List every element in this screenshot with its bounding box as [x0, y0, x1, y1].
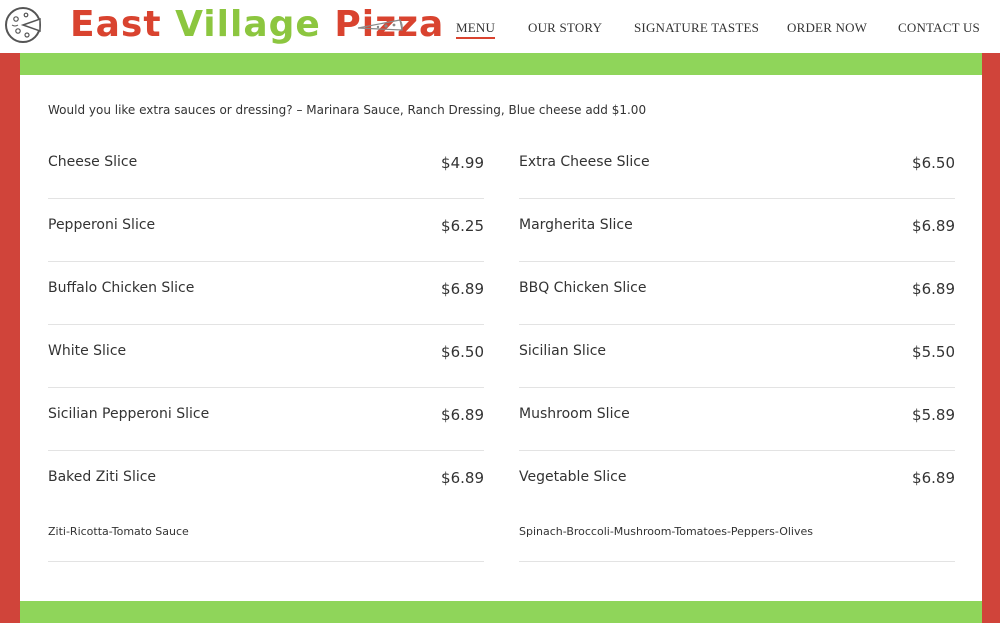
- site-header: East Village Pizza MENU OUR STORY SIGNAT…: [0, 0, 1000, 54]
- main-nav: MENU OUR STORY SIGNATURE TASTES ORDER NO…: [0, 20, 1000, 40]
- menu-item-name: Margherita Slice: [519, 217, 633, 233]
- menu-item-price: $6.89: [912, 280, 955, 298]
- menu-item: Cheese Slice $4.99: [48, 136, 484, 199]
- menu-item-name: Vegetable Slice: [519, 469, 627, 485]
- menu-item: Sicilian Pepperoni Slice $6.89: [48, 388, 484, 451]
- menu-column-right: Extra Cheese Slice $6.50 Margherita Slic…: [519, 136, 955, 562]
- menu-item: Baked Ziti Slice $6.89 Ziti-Ricotta-Toma…: [48, 451, 484, 562]
- menu-item-name: Pepperoni Slice: [48, 217, 156, 233]
- menu-item-name: Baked Ziti Slice: [48, 469, 157, 485]
- menu-item: Extra Cheese Slice $6.50: [519, 136, 955, 199]
- menu-item-name: White Slice: [48, 343, 127, 359]
- extra-sauces-note: Would you like extra sauces or dressing?…: [48, 103, 647, 117]
- menu-item-name: Buffalo Chicken Slice: [48, 280, 195, 296]
- menu-item-price: $6.50: [441, 343, 484, 361]
- menu-item: Sicilian Slice $5.50: [519, 325, 955, 388]
- menu-item: Margherita Slice $6.89: [519, 199, 955, 262]
- menu-column-left: Cheese Slice $4.99 Pepperoni Slice $6.25…: [48, 136, 484, 562]
- menu-item-price: $6.89: [912, 469, 955, 487]
- menu-item: Mushroom Slice $5.89: [519, 388, 955, 451]
- menu-item: White Slice $6.50: [48, 325, 484, 388]
- frame-right-border: [982, 53, 1000, 623]
- menu-item-name: Cheese Slice: [48, 154, 138, 170]
- menu-item-name: Mushroom Slice: [519, 406, 630, 422]
- menu-item-name: BBQ Chicken Slice: [519, 280, 647, 296]
- menu-item-name: Extra Cheese Slice: [519, 154, 650, 170]
- menu-item-price: $6.89: [441, 406, 484, 424]
- menu-item: Pepperoni Slice $6.25: [48, 199, 484, 262]
- menu-item-price: $6.89: [912, 217, 955, 235]
- nav-item-contact-us[interactable]: CONTACT US: [898, 20, 980, 36]
- menu-item: Buffalo Chicken Slice $6.89: [48, 262, 484, 325]
- nav-item-signature-tastes[interactable]: SIGNATURE TASTES: [634, 20, 759, 36]
- menu-item-price: $6.50: [912, 154, 955, 172]
- menu-item-price: $5.50: [912, 343, 955, 361]
- menu-item-name: Sicilian Slice: [519, 343, 607, 359]
- nav-item-order-now[interactable]: ORDER NOW: [787, 20, 867, 36]
- menu-item-description: Ziti-Ricotta-Tomato Sauce: [48, 525, 189, 538]
- menu-item-name: Sicilian Pepperoni Slice: [48, 406, 210, 422]
- menu-item-price: $6.89: [441, 280, 484, 298]
- nav-item-our-story[interactable]: OUR STORY: [528, 20, 602, 36]
- menu-item-price: $6.25: [441, 217, 484, 235]
- frame-left-border: [0, 53, 20, 623]
- menu-item: Vegetable Slice $6.89 Spinach-Broccoli-M…: [519, 451, 955, 562]
- menu-item-price: $5.89: [912, 406, 955, 424]
- menu-item-description: Spinach-Broccoli-Mushroom-Tomatoes-Peppe…: [519, 525, 813, 538]
- nav-item-menu[interactable]: MENU: [456, 20, 496, 39]
- menu-item-price: $6.89: [441, 469, 484, 487]
- section-header-band: [20, 53, 982, 75]
- section-footer-band: [20, 601, 982, 623]
- menu-item-price: $4.99: [441, 154, 484, 172]
- menu-item: BBQ Chicken Slice $6.89: [519, 262, 955, 325]
